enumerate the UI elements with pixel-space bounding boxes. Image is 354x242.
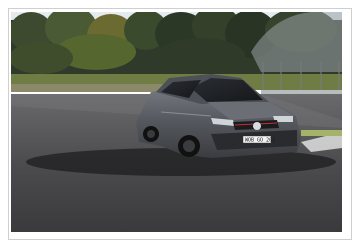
car-photo: WOB GO 202	[11, 12, 342, 232]
vw-logo-icon	[253, 122, 261, 130]
license-plate-text: WOB GO 202	[245, 138, 275, 144]
